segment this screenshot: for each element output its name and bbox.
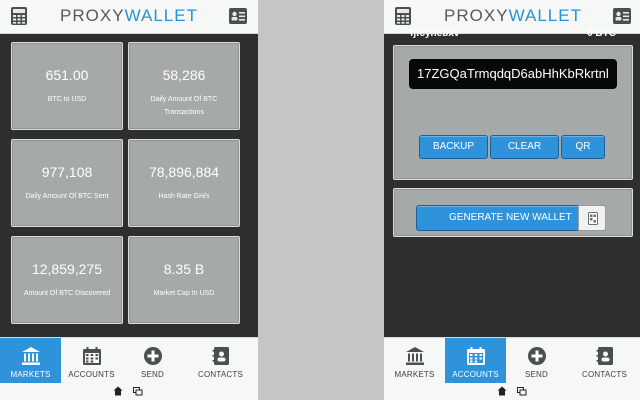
accounts-screen: PROXYWALLET fjfcyhebxv 0 BTC 17ZGQaTrmqd… <box>384 0 640 400</box>
nav-tab-send[interactable]: SEND <box>122 338 183 384</box>
market-tile[interactable]: 8.35 B Market Cap In USD <box>128 236 240 324</box>
system-bar <box>0 383 258 400</box>
system-bar <box>384 383 640 400</box>
tile-label: BTC to USD <box>47 96 87 103</box>
nav-tab-contacts[interactable]: CONTACTS <box>567 338 640 384</box>
app-header: PROXYWALLET <box>0 0 258 34</box>
market-tile[interactable]: 78,896,884 Hash Rate GH/s <box>128 139 240 227</box>
nav-tab-send[interactable]: SEND <box>506 338 567 384</box>
nav-tab-markets[interactable]: MARKETS <box>384 338 445 384</box>
markets-screen: PROXYWALLET 651.00 BTC to USD 58,286 Dai… <box>0 0 258 400</box>
tile-value: 8.35 B <box>163 261 205 277</box>
backup-button[interactable]: BACKUP <box>419 135 488 159</box>
market-tile[interactable]: 12,859,275 Amount Of BTC Discovered <box>11 236 123 324</box>
bank-icon <box>22 347 40 365</box>
nav-label-accounts: ACCOUNTS <box>452 370 499 379</box>
calendar-icon <box>467 347 485 365</box>
bottom-nav: MARKETS ACCOUNTS SEND CONTACTS <box>384 337 640 384</box>
tile-value: 12,859,275 <box>31 261 103 277</box>
tile-value: 58,286 <box>162 67 206 83</box>
recent-apps-icon[interactable] <box>133 387 143 396</box>
tile-label: Market Cap In USD <box>153 290 215 297</box>
tile-label: Daily Amount Of BTC Transactions <box>150 96 218 116</box>
contact-card-icon[interactable] <box>612 6 632 26</box>
tile-value: 651.00 <box>45 67 89 83</box>
contact-card-icon[interactable] <box>228 6 248 26</box>
tile-label: Amount Of BTC Discovered <box>23 290 111 297</box>
wallet-qr-icon <box>588 212 598 225</box>
nav-tab-accounts[interactable]: ACCOUNTS <box>445 338 506 384</box>
generate-wallet-aside[interactable] <box>578 205 606 231</box>
qr-button[interactable]: QR <box>561 135 605 159</box>
market-tile[interactable]: 651.00 BTC to USD <box>11 42 123 130</box>
wallet-address[interactable]: 17ZGQaTrmqdqD6abHhKbRkrtnl <box>409 59 617 89</box>
logo-text-proxy: PROXY <box>444 6 509 25</box>
bank-icon <box>406 347 424 365</box>
nav-tab-contacts[interactable]: CONTACTS <box>183 338 258 384</box>
calendar-icon <box>83 347 101 365</box>
app-logo: PROXYWALLET <box>40 6 218 26</box>
tile-label: Daily Amount Of BTC Sent <box>25 193 109 200</box>
bottom-nav: MARKETS ACCOUNTS SEND CONTACTS <box>0 337 258 384</box>
app-logo: PROXYWALLET <box>424 6 602 26</box>
calculator-icon[interactable] <box>9 6 29 26</box>
nav-label-markets: MARKETS <box>10 370 51 379</box>
contacts-book-icon <box>596 347 613 365</box>
home-icon[interactable] <box>113 386 123 396</box>
nav-label-accounts: ACCOUNTS <box>68 370 115 379</box>
home-icon[interactable] <box>497 386 507 396</box>
nav-tab-accounts[interactable]: ACCOUNTS <box>61 338 122 384</box>
nav-label-send: SEND <box>140 370 165 379</box>
contacts-book-icon <box>212 347 229 365</box>
market-tile[interactable]: 58,286 Daily Amount Of BTC Transactions <box>128 42 240 130</box>
logo-text-wallet: WALLET <box>508 6 582 25</box>
plus-circle-icon <box>528 347 546 365</box>
recent-apps-icon[interactable] <box>517 387 527 396</box>
nav-label-send: SEND <box>524 370 549 379</box>
calculator-icon[interactable] <box>393 6 413 26</box>
wallet-balance: 0 BTC <box>587 28 616 39</box>
nav-tab-markets[interactable]: MARKETS <box>0 338 61 384</box>
logo-text-proxy: PROXY <box>60 6 125 25</box>
plus-circle-icon <box>144 347 162 365</box>
nav-label-contacts: CONTACTS <box>197 370 243 379</box>
tile-value: 78,896,884 <box>148 164 220 180</box>
wallet-name: fjfcyhebxv <box>410 28 460 39</box>
nav-label-contacts: CONTACTS <box>581 370 627 379</box>
tile-label: Hash Rate GH/s <box>158 193 210 200</box>
nav-label-markets: MARKETS <box>394 370 435 379</box>
markets-content: 651.00 BTC to USD 58,286 Daily Amount Of… <box>0 34 258 337</box>
tile-value: 977,108 <box>41 164 93 180</box>
market-tile[interactable]: 977,108 Daily Amount Of BTC Sent <box>11 139 123 227</box>
logo-text-wallet: WALLET <box>124 6 198 25</box>
clear-button[interactable]: CLEAR <box>490 135 559 159</box>
